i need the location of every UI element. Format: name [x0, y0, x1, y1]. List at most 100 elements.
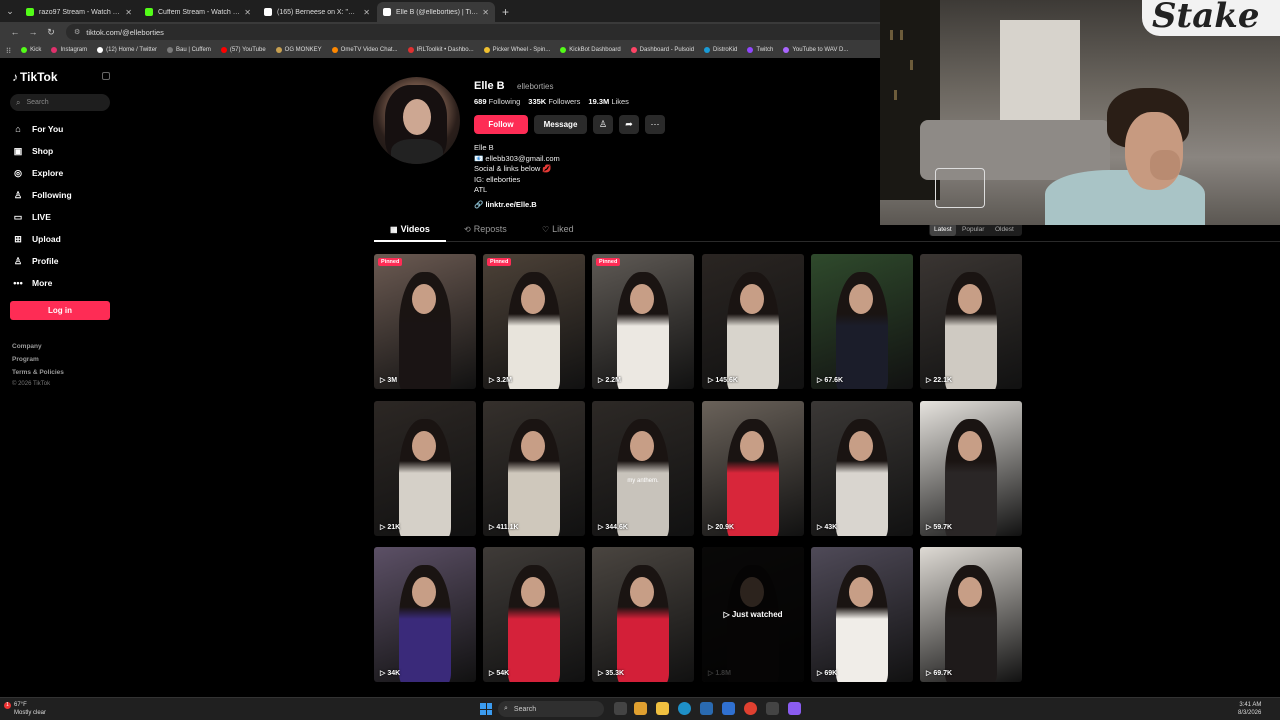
play-icon: ▷: [708, 524, 714, 531]
apps-icon[interactable]: ⁝⁝: [6, 46, 11, 55]
footer-link-terms[interactable]: Terms & Policies: [12, 369, 64, 376]
video-thumbnail[interactable]: ▷ 69.7K: [920, 547, 1022, 682]
bookmark-item[interactable]: Picker Wheel - Spin...: [483, 47, 551, 53]
discord-icon[interactable]: [788, 702, 801, 715]
video-thumbnail[interactable]: ▷ 54K: [483, 547, 585, 682]
video-thumbnail[interactable]: Pinned ▷ 3M: [374, 254, 476, 389]
store-icon[interactable]: [700, 702, 713, 715]
new-tab-button[interactable]: +: [496, 2, 515, 22]
login-button[interactable]: Log in: [10, 301, 110, 320]
view-count: ▷ 22.1K: [926, 377, 953, 384]
play-icon: ▷: [598, 670, 604, 677]
video-thumbnail[interactable]: my anthem. ▷ 344.6K: [592, 401, 694, 536]
message-button[interactable]: Message: [534, 115, 587, 134]
browser-tab[interactable]: Elle B (@elleborties) | TikTok ✕: [377, 2, 495, 22]
mail-icon[interactable]: [722, 702, 735, 715]
file-explorer-icon[interactable]: [656, 702, 669, 715]
bookmark-item[interactable]: DistroKid: [704, 47, 737, 53]
more-options-icon[interactable]: ⋯: [645, 115, 665, 134]
video-thumbnail[interactable]: ▷ 21K: [374, 401, 476, 536]
close-tab-icon[interactable]: ✕: [125, 8, 132, 17]
tiktok-logo[interactable]: ♪ TikTok: [12, 70, 58, 84]
video-caption-overlay: my anthem.: [627, 478, 659, 484]
video-thumbnail[interactable]: ▷ 20.9K: [702, 401, 804, 536]
add-friend-icon[interactable]: ♙: [593, 115, 613, 134]
taskbar-search[interactable]: ⌕ Search: [498, 701, 604, 717]
profile-link[interactable]: 🔗 linktr.ee/Elle.B: [474, 200, 537, 209]
sidebar-item-upload[interactable]: ⊞ Upload: [12, 232, 61, 246]
footer-link-program[interactable]: Program: [12, 356, 39, 363]
close-tab-icon[interactable]: ✕: [244, 8, 251, 17]
bookmark-item[interactable]: (12) Home / Twitter: [97, 47, 157, 53]
video-thumbnail[interactable]: Pinned ▷ 3.2M: [483, 254, 585, 389]
close-tab-icon[interactable]: ✕: [363, 8, 370, 17]
share-icon[interactable]: ➦: [619, 115, 639, 134]
sidebar-item-explore[interactable]: ◎ Explore: [12, 166, 63, 180]
bookmark-item[interactable]: KickBot Dashboard: [560, 47, 621, 53]
video-thumbnail[interactable]: ▷ 35.3K: [592, 547, 694, 682]
search-input[interactable]: ⌕ Search: [10, 94, 110, 111]
bookmark-item[interactable]: Twitch: [747, 47, 773, 53]
pinned-badge: Pinned: [596, 258, 621, 266]
bookmark-label: Bau | Cuffem: [176, 47, 211, 53]
reload-icon[interactable]: ↻: [42, 27, 60, 38]
sidebar-item-more[interactable]: ••• More: [12, 276, 52, 290]
paint-icon[interactable]: [634, 702, 647, 715]
bookmark-label: Picker Wheel - Spin...: [492, 47, 551, 53]
windows-start-icon[interactable]: [480, 703, 492, 715]
tab-reposts[interactable]: ⟲ Reposts: [464, 224, 507, 234]
bookmark-item[interactable]: OmeTV Video Chat...: [331, 47, 398, 53]
bookmark-label: DistroKid: [713, 47, 738, 53]
sidebar-item-shop[interactable]: ▣ Shop: [12, 144, 54, 158]
video-thumbnail[interactable]: ▷ 59.7K: [920, 401, 1022, 536]
back-icon[interactable]: ←: [6, 27, 24, 37]
bookmark-item[interactable]: (57) YouTube: [220, 47, 266, 53]
stat-followers[interactable]: 335K Followers: [528, 97, 580, 106]
tab-liked[interactable]: ♡ Liked: [542, 224, 574, 234]
bookmark-item[interactable]: OG MONKEY: [275, 47, 322, 53]
weather-widget[interactable]: 67°F Mostly clear: [14, 701, 46, 717]
video-thumbnail[interactable]: ▷ 1.8M▷ Just watched: [702, 547, 804, 682]
video-thumbnail[interactable]: ▷ 69K: [811, 547, 913, 682]
bookmark-item[interactable]: Instagram: [51, 47, 87, 53]
app-icon[interactable]: [766, 702, 779, 715]
video-thumbnail[interactable]: ▷ 411.1K: [483, 401, 585, 536]
video-thumbnail[interactable]: ▷ 22.1K: [920, 254, 1022, 389]
sidebar-item-label: LIVE: [32, 212, 51, 222]
collapse-sidebar-icon[interactable]: [102, 72, 110, 80]
tab-videos[interactable]: ▦ Videos: [390, 224, 430, 234]
bookmark-item[interactable]: Kick: [21, 47, 41, 53]
video-thumbnail[interactable]: ▷ 145.6K: [702, 254, 804, 389]
address-bar[interactable]: ⚙ tiktok.com/@elleborties: [66, 24, 886, 40]
tab-search-button[interactable]: ⌄: [0, 0, 20, 22]
chrome-icon[interactable]: [744, 702, 757, 715]
sidebar-item-following[interactable]: ♙ Following: [12, 188, 72, 202]
stat-following[interactable]: 689 Following: [474, 97, 520, 106]
system-clock[interactable]: 3:41 AM 8/3/2026: [1238, 701, 1261, 717]
sidebar-item-for-you[interactable]: ⌂ For You: [12, 122, 63, 136]
close-tab-icon[interactable]: ✕: [482, 8, 489, 17]
browser-tab[interactable]: (165) Berneese on X: "😂😂😂 ✕: [258, 2, 376, 22]
bookmark-item[interactable]: Bau | Cuffem: [167, 47, 211, 53]
bookmark-item[interactable]: Dashboard - Pulsoid: [630, 47, 694, 53]
bio-line: 📧 ellebb303@gmail.com: [474, 153, 560, 163]
task-view-icon[interactable]: [614, 702, 627, 715]
bookmark-item[interactable]: YouTube to WAV D...: [783, 47, 848, 53]
forward-icon[interactable]: →: [24, 27, 42, 37]
video-thumbnail[interactable]: ▷ 67.6K: [811, 254, 913, 389]
edge-icon[interactable]: [678, 702, 691, 715]
sidebar-item-live[interactable]: ▭ LIVE: [12, 210, 51, 224]
video-thumbnail[interactable]: Pinned ▷ 2.2M: [592, 254, 694, 389]
weather-icon[interactable]: 1: [4, 702, 11, 709]
bookmark-item[interactable]: IRLToolkit • Dashbo...: [407, 47, 474, 53]
sidebar-item-profile[interactable]: ♙ Profile: [12, 254, 59, 268]
browser-tab[interactable]: Cuffem Stream - Watch Live on ✕: [139, 2, 257, 22]
play-icon: ▷: [380, 377, 386, 384]
video-thumbnail[interactable]: ▷ 34K: [374, 547, 476, 682]
site-info-icon[interactable]: ⚙: [74, 28, 80, 36]
avatar[interactable]: [373, 77, 460, 164]
footer-link-company[interactable]: Company: [12, 343, 42, 350]
video-thumbnail[interactable]: ▷ 43K: [811, 401, 913, 536]
follow-button[interactable]: Follow: [474, 115, 528, 134]
browser-tab[interactable]: razo97 Stream - Watch Live on✕: [20, 2, 138, 22]
